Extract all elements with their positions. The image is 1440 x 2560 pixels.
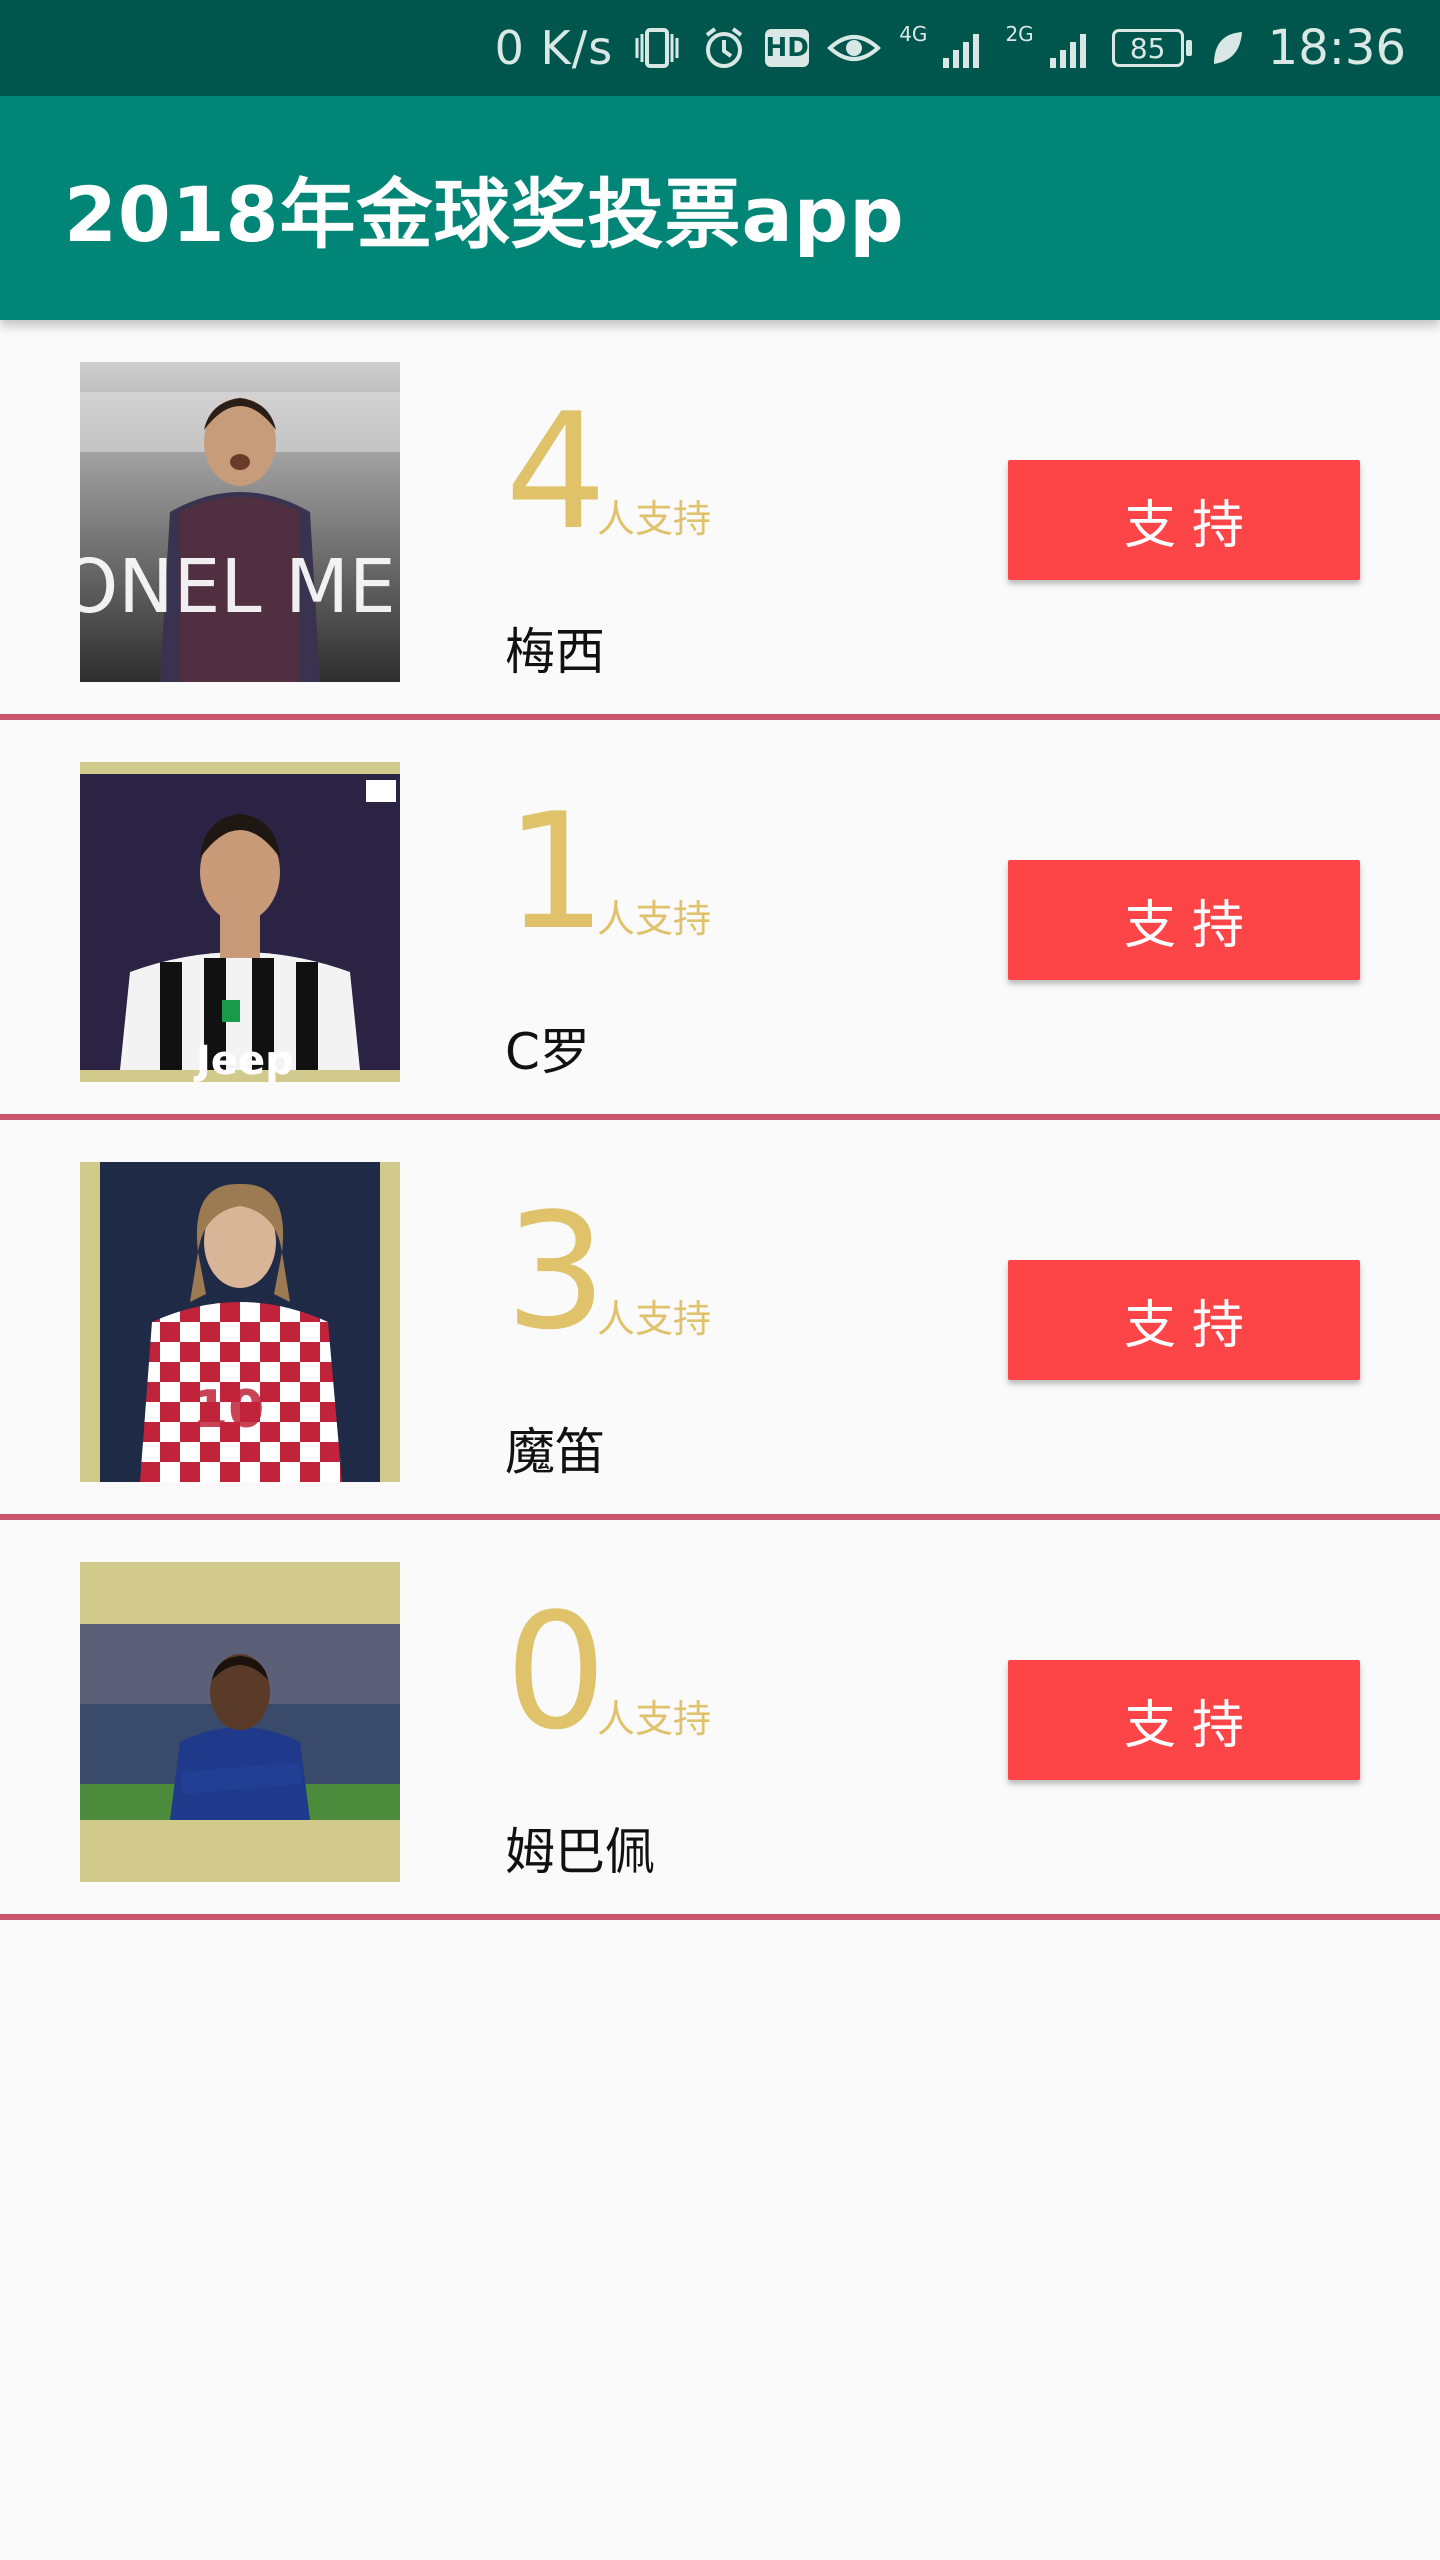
support-label: 人支持: [597, 1297, 712, 1341]
vote-count: 3: [505, 1178, 607, 1365]
list-item: 10 3 人支持 魔笛 支持: [0, 1120, 1440, 1520]
list-item: 0 人支持 姆巴佩 支持: [0, 1520, 1440, 1920]
support-label: 人支持: [597, 897, 712, 941]
status-bar: 0 K/s HD 4G 2G 85 18:36: [0, 0, 1440, 96]
list-item: Jeep 1 人支持 C罗 支持: [0, 720, 1440, 1120]
signal-4g-icon: [941, 26, 987, 70]
support-button[interactable]: 支持: [1008, 1660, 1360, 1780]
messi-photo: ONEL ME: [80, 362, 400, 682]
signal-2g-label: 2G: [1005, 22, 1034, 46]
network-speed: 0 K/s: [494, 21, 614, 75]
vote-count: 1: [505, 778, 607, 965]
hd-badge: HD: [765, 29, 810, 67]
mbappe-photo: [80, 1562, 400, 1882]
player-name: 魔笛: [505, 1423, 605, 1481]
app-title: 2018年金球奖投票app: [64, 170, 905, 259]
player-name: C罗: [505, 1023, 590, 1081]
list-item: ONEL ME 4 人支持 梅西 支持: [0, 320, 1440, 720]
photo-caption: ONEL ME: [80, 544, 396, 630]
photo-caption: 10: [192, 1380, 265, 1440]
support-label: 人支持: [597, 1697, 712, 1741]
support-button[interactable]: 支持: [1008, 1260, 1360, 1380]
support-button[interactable]: 支持: [1008, 460, 1360, 580]
signal-2g-icon: [1048, 26, 1094, 70]
ronaldo-photo: Jeep: [80, 762, 400, 1082]
alarm-icon: [701, 25, 747, 71]
vibrate-icon: [631, 26, 683, 70]
app-bar: 2018年金球奖投票app: [0, 96, 1440, 320]
vote-count: 0: [505, 1578, 607, 1765]
player-name: 梅西: [505, 623, 605, 681]
vote-count: 4: [505, 378, 607, 565]
battery-level: 85: [1111, 29, 1184, 67]
support-label: 人支持: [597, 497, 712, 541]
photo-caption: Jeep: [196, 1038, 294, 1082]
modric-photo: 10: [80, 1162, 400, 1482]
player-name: 姆巴佩: [505, 1823, 655, 1881]
player-list: ONEL ME 4 人支持 梅西 支持 Jeep 1 人支持 C罗 支持 10 …: [0, 320, 1440, 1920]
support-button[interactable]: 支持: [1008, 860, 1360, 980]
signal-4g-label: 4G: [899, 22, 928, 46]
eye-icon: [827, 28, 882, 68]
leaf-icon: [1210, 28, 1244, 68]
battery-icon: 85: [1111, 29, 1192, 67]
clock-time: 18:36: [1267, 20, 1406, 76]
